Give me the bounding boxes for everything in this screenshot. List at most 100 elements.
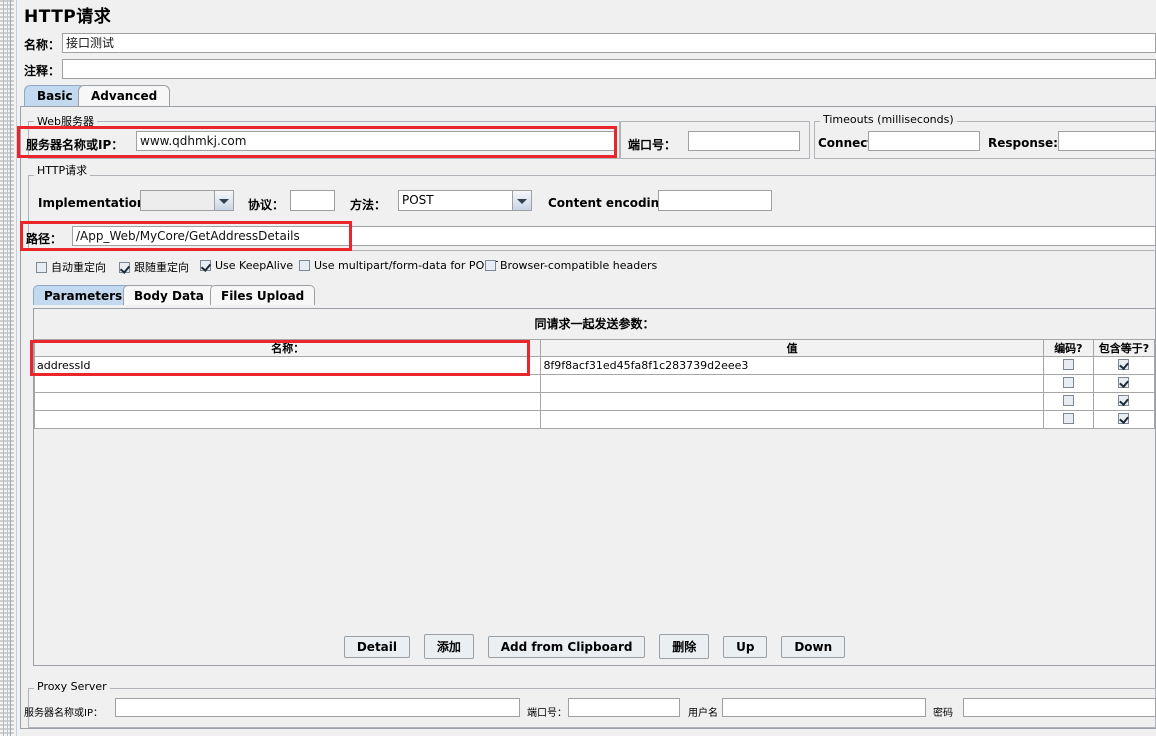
table-header-row: 名称： 值 编码? 包含等于? — [33, 339, 1156, 357]
cell-encode[interactable] — [1042, 374, 1094, 393]
cell-param-value[interactable]: 8f9f8acf31ed45fa8f1c283739d2eee3 — [540, 356, 1044, 375]
parameters-section-title: 同请求一起发送参数： — [534, 317, 655, 331]
proxy-port-input[interactable] — [568, 698, 680, 717]
connect-timeout-input[interactable] — [868, 131, 980, 151]
encode-checkbox[interactable] — [1062, 377, 1074, 388]
checkbox-box[interactable] — [299, 260, 310, 271]
tab-basic[interactable]: Basic — [24, 85, 86, 106]
detail-button[interactable]: Detail — [343, 636, 411, 658]
table-row[interactable] — [33, 410, 1156, 429]
main-tabs: Basic Advanced — [20, 85, 1156, 107]
chevron-down-icon[interactable] — [512, 191, 531, 210]
page-title: HTTP请求 — [24, 7, 112, 27]
checkbox-use-keepalive[interactable]: Use KeepAlive — [200, 259, 293, 272]
proxy-password-input[interactable] — [963, 698, 1156, 717]
checkbox-label: 自动重定向 — [51, 261, 106, 274]
implementation-select[interactable] — [140, 190, 234, 211]
cell-encode[interactable] — [1042, 356, 1094, 375]
port-label: 端口号： — [628, 138, 677, 152]
content-encoding-label: Content encoding: — [548, 196, 673, 210]
response-timeout-input[interactable] — [1058, 131, 1156, 151]
encode-checkbox[interactable] — [1062, 413, 1074, 424]
column-header-value: 值 — [540, 339, 1044, 357]
implementation-label: Implementation: — [38, 196, 151, 210]
parameters-button-bar: Detail 添加 Add from Clipboard 删除 Up Down — [34, 634, 1155, 659]
path-label: 路径： — [26, 232, 63, 246]
cell-param-name[interactable] — [33, 392, 542, 411]
proxy-username-input[interactable] — [722, 698, 926, 717]
cell-param-value[interactable] — [540, 410, 1044, 429]
tab-files-upload[interactable]: Files Upload — [210, 285, 316, 305]
name-label: 名称： — [24, 38, 61, 52]
proxy-password-label: 密码 — [933, 708, 953, 719]
cell-param-value[interactable] — [540, 392, 1044, 411]
http-request-panel: HTTP请求 名称： 接口测试 注释： Basic Advanced Web服务… — [0, 0, 1156, 736]
cell-encode[interactable] — [1042, 410, 1094, 429]
cell-param-value[interactable] — [540, 374, 1044, 393]
content-encoding-input[interactable] — [658, 190, 772, 211]
cell-include-equals[interactable] — [1092, 392, 1156, 411]
method-select[interactable]: POST — [398, 190, 532, 211]
cell-param-name[interactable] — [33, 374, 542, 393]
tab-body-data[interactable]: Body Data — [123, 285, 215, 305]
include-equals-checkbox[interactable] — [1118, 377, 1130, 388]
cell-include-equals[interactable] — [1092, 356, 1156, 375]
up-button[interactable]: Up — [723, 636, 768, 658]
chevron-down-icon[interactable] — [214, 191, 233, 210]
encode-checkbox[interactable] — [1062, 359, 1074, 370]
column-header-encode: 编码? — [1042, 339, 1094, 357]
table-row[interactable] — [33, 374, 1156, 393]
checkbox-box[interactable] — [119, 262, 130, 273]
parameters-tabs: Parameters Body Data Files Upload — [33, 285, 1156, 306]
checkbox-label: Use KeepAlive — [215, 259, 294, 272]
proxy-server-group-title: Proxy Server — [34, 680, 110, 693]
checkbox-auto-redirect[interactable]: 自动重定向 — [36, 259, 106, 275]
checkbox-follow-redirect[interactable]: 跟随重定向 — [119, 259, 189, 275]
table-row[interactable] — [33, 392, 1156, 411]
path-input[interactable]: /App_Web/MyCore/GetAddressDetails — [72, 226, 1156, 246]
include-equals-checkbox[interactable] — [1118, 395, 1130, 406]
web-server-group-title: Web服务器 — [34, 113, 97, 129]
server-host-input[interactable]: www.qdhmkj.com — [136, 131, 616, 151]
name-input[interactable]: 接口测试 — [62, 33, 1156, 53]
column-header-name: 名称： — [33, 339, 542, 357]
comment-input[interactable] — [62, 59, 1156, 79]
parameters-panel: 同请求一起发送参数： 名称： 值 编码? 包含等于? addressId 8f9… — [33, 308, 1156, 666]
include-equals-checkbox[interactable] — [1118, 413, 1130, 424]
cell-param-name[interactable] — [33, 410, 542, 429]
protocol-input[interactable] — [290, 190, 335, 211]
http-request-group-title: HTTP请求 — [34, 162, 91, 178]
tab-parameters[interactable]: Parameters — [33, 285, 134, 305]
delete-button[interactable]: 删除 — [659, 634, 710, 659]
cell-include-equals[interactable] — [1092, 374, 1156, 393]
checkbox-box[interactable] — [36, 262, 47, 273]
comment-label: 注释： — [24, 64, 61, 78]
checkbox-label: Browser-compatible headers — [500, 259, 658, 272]
response-timeout-label: Response: — [988, 136, 1058, 150]
down-button[interactable]: Down — [781, 636, 846, 658]
port-input[interactable] — [688, 131, 800, 151]
add-button[interactable]: 添加 — [423, 634, 474, 659]
column-header-include-equals: 包含等于? — [1092, 339, 1156, 357]
include-equals-checkbox[interactable] — [1118, 359, 1130, 370]
checkbox-box[interactable] — [200, 260, 211, 271]
checkbox-box[interactable] — [485, 260, 496, 271]
parameters-table: 名称： 值 编码? 包含等于? addressId 8f9f8acf31ed45… — [33, 339, 1156, 429]
left-gutter-strip — [0, 0, 14, 736]
proxy-username-label: 用户名 — [688, 708, 718, 719]
cell-encode[interactable] — [1042, 392, 1094, 411]
proxy-host-input[interactable] — [115, 698, 520, 717]
checkbox-label: 跟随重定向 — [134, 261, 189, 274]
tab-advanced[interactable]: Advanced — [78, 85, 171, 106]
proxy-host-label: 服务器名称或IP： — [24, 708, 103, 719]
checkbox-browser-compatible-headers[interactable]: Browser-compatible headers — [485, 259, 657, 272]
protocol-label: 协议： — [248, 198, 285, 212]
checkbox-use-multipart[interactable]: Use multipart/form-data for POST — [299, 259, 498, 272]
checkbox-label: Use multipart/form-data for POST — [314, 259, 498, 272]
encode-checkbox[interactable] — [1062, 395, 1074, 406]
method-value: POST — [402, 193, 434, 207]
cell-param-name[interactable]: addressId — [33, 356, 542, 375]
cell-include-equals[interactable] — [1092, 410, 1156, 429]
table-row[interactable]: addressId 8f9f8acf31ed45fa8f1c283739d2ee… — [33, 356, 1156, 375]
add-from-clipboard-button[interactable]: Add from Clipboard — [487, 636, 646, 658]
